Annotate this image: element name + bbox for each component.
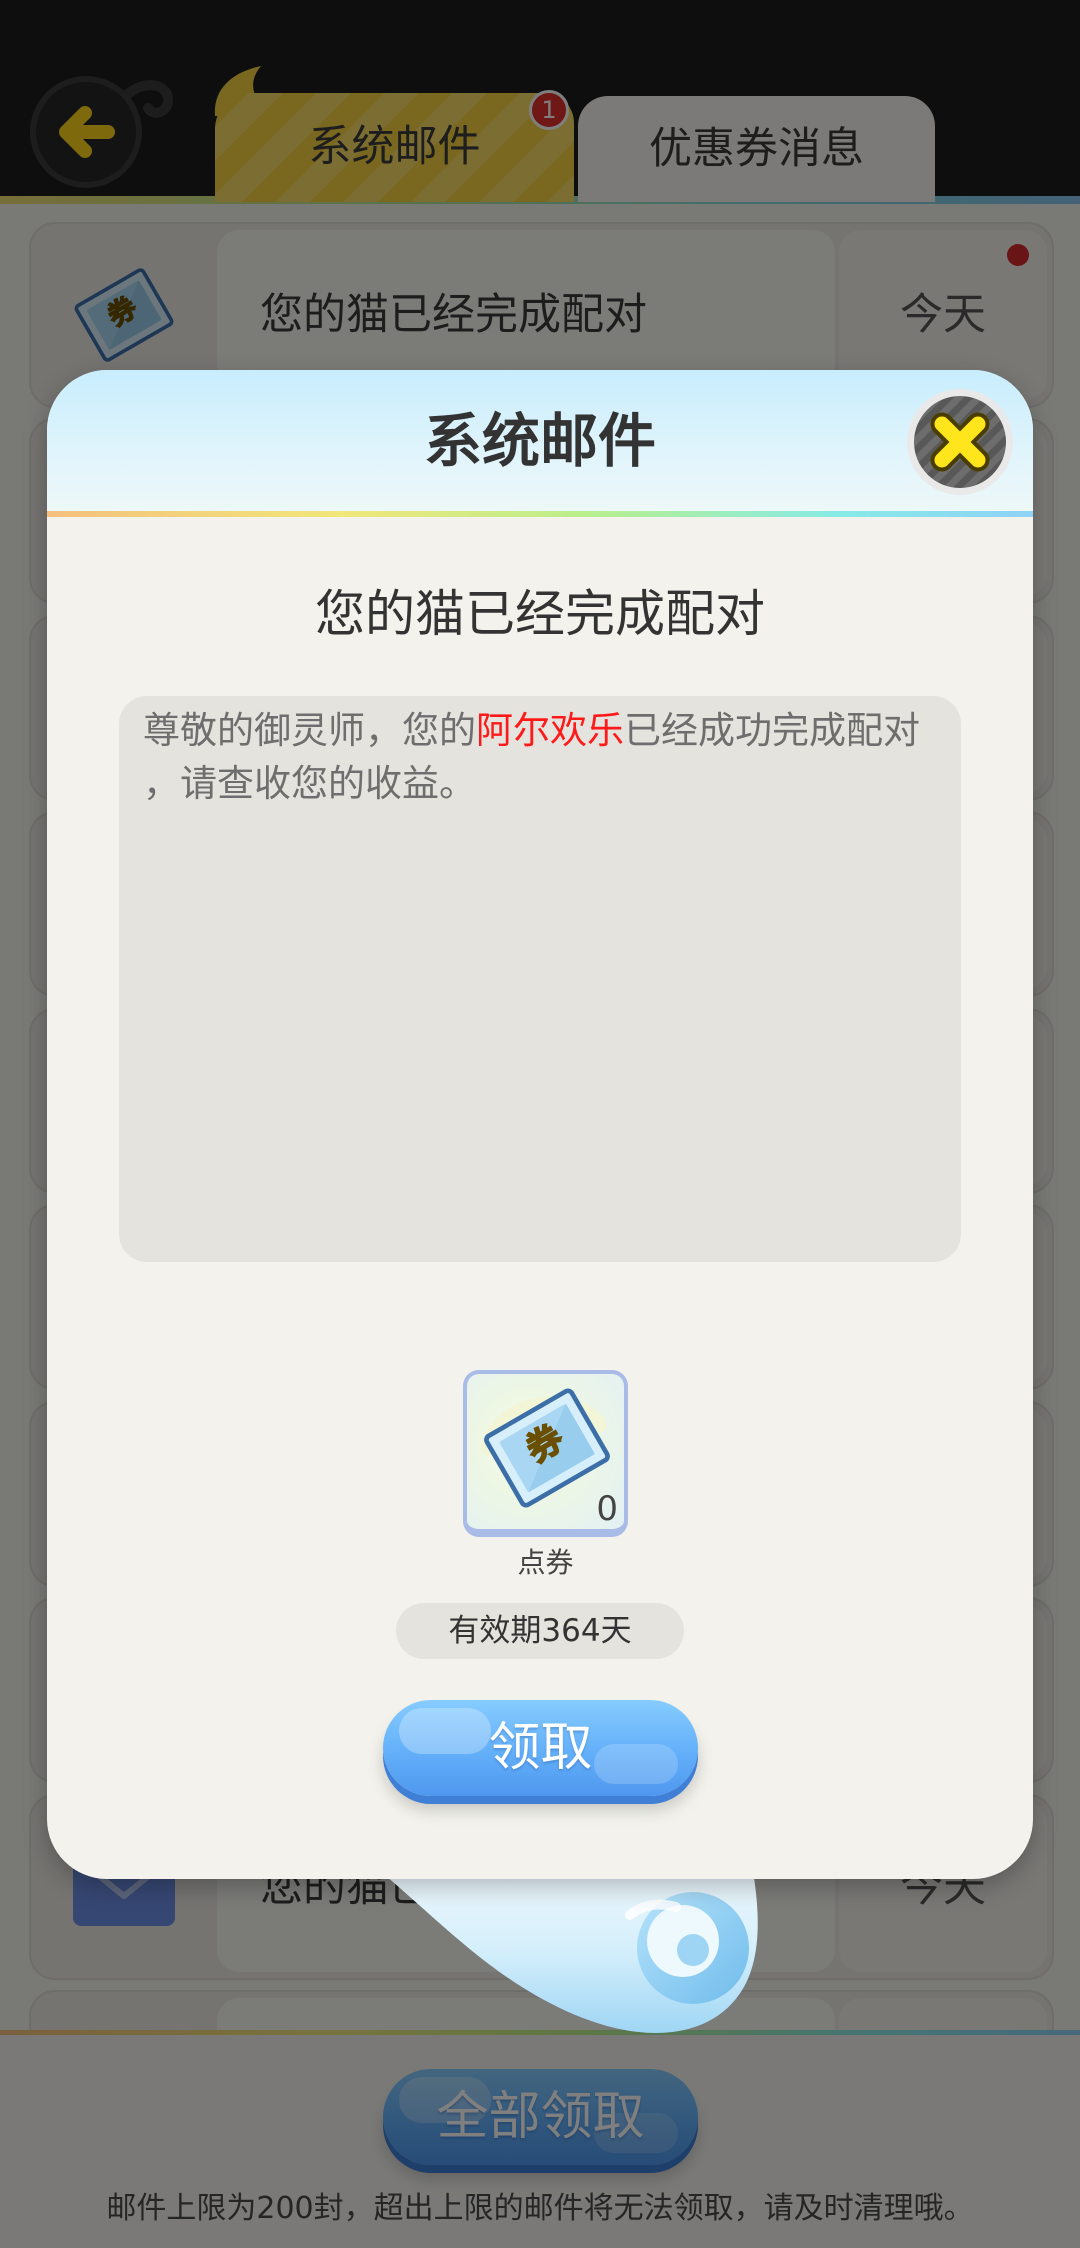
attachment-item[interactable]: 券 0 — [463, 1370, 628, 1537]
mail-subject: 您的猫已经完成配对 — [315, 585, 765, 643]
message-body-text: 尊敬的御灵师，您的阿尔欢乐已经成功完成配对，请查收您的收益。 — [143, 704, 933, 810]
close-x-icon — [907, 389, 1013, 495]
mail-detail-dialog: 系统邮件 您的猫已经完成配对 尊敬的御灵师，您的阿尔欢乐已经成功完成配对，请查收… — [47, 370, 1033, 1879]
attachment-quantity: 0 — [596, 1489, 618, 1529]
body-highlight: 阿尔欢乐 — [476, 709, 624, 752]
claim-button[interactable]: 领取 — [383, 1700, 698, 1796]
modal-tail-swirl-decoration — [360, 1855, 758, 2033]
body-text-before: 尊敬的御灵师，您的 — [143, 709, 476, 752]
dialog-header: 系统邮件 — [47, 370, 1033, 513]
dialog-header-divider — [47, 511, 1033, 517]
validity-badge: 有效期364天 — [396, 1603, 684, 1659]
claim-button-label: 领取 — [488, 1718, 593, 1778]
close-button[interactable] — [905, 387, 1015, 497]
message-body-box: 尊敬的御灵师，您的阿尔欢乐已经成功完成配对，请查收您的收益。 — [119, 696, 961, 1262]
attachment-name: 点券 — [517, 1546, 574, 1579]
dialog-title: 系统邮件 — [423, 407, 656, 475]
